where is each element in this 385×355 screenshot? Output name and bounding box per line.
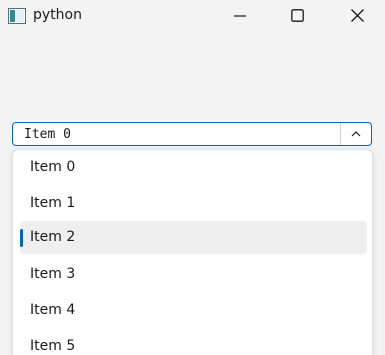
close-button[interactable] <box>334 0 380 32</box>
list-item-label: Item 1 <box>30 195 76 211</box>
list-item[interactable]: Item 4 <box>20 294 367 327</box>
window-title: python <box>33 7 82 23</box>
dropdown-list: Item 0 Item 1 Item 2 Item 3 Item 4 Item … <box>12 149 373 355</box>
list-item[interactable]: Item 5 <box>20 330 367 355</box>
close-icon <box>351 9 364 22</box>
python-window-icon <box>8 8 26 24</box>
chevron-up-icon <box>351 131 361 137</box>
item-combobox[interactable]: Item 0 <box>12 122 372 146</box>
maximize-icon <box>291 9 304 22</box>
maximize-button[interactable] <box>274 0 320 32</box>
list-item-label: Item 4 <box>30 302 76 318</box>
app-window: python Item 0 Item 0 Item 1 Item 2 Item … <box>0 0 385 355</box>
selection-indicator <box>20 229 23 247</box>
list-item[interactable]: Item 0 <box>20 151 367 184</box>
minimize-icon <box>234 15 246 17</box>
list-item[interactable]: Item 1 <box>20 187 367 220</box>
list-item-highlighted[interactable]: Item 2 <box>20 221 367 254</box>
combobox-dropdown-button[interactable] <box>341 123 371 145</box>
list-item[interactable]: Item 3 <box>20 258 367 291</box>
list-item-label: Item 2 <box>30 229 76 245</box>
minimize-button[interactable] <box>217 0 263 32</box>
list-item-label: Item 5 <box>30 338 76 354</box>
combobox-current-value: Item 0 <box>24 127 71 142</box>
list-item-label: Item 0 <box>30 159 76 175</box>
title-bar[interactable]: python <box>0 0 385 32</box>
list-item-label: Item 3 <box>30 266 76 282</box>
